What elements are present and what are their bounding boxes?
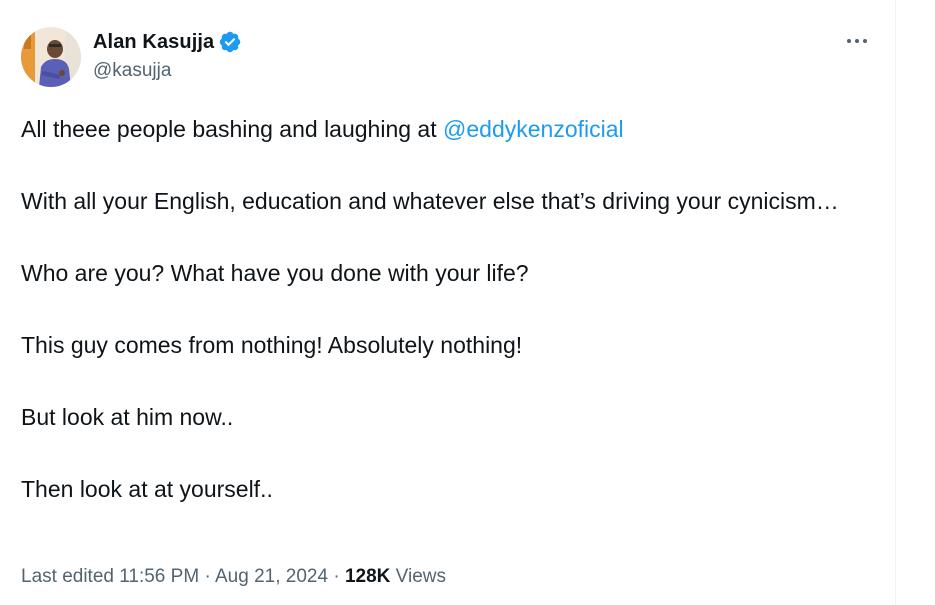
meta-separator: · [333, 566, 340, 587]
author-name-row: Alan Kasujja [93, 30, 242, 54]
tweet-paragraph-5: But look at him now.. [21, 404, 234, 430]
tweet-date-link[interactable]: Aug 21, 2024 [215, 566, 328, 587]
views-label: Views [395, 566, 446, 587]
tweet-paragraph-3: Who are you? What have you done with you… [21, 260, 529, 286]
author-avatar[interactable] [21, 27, 81, 87]
views-count: 128K [344, 566, 391, 587]
ellipsis-icon [847, 39, 867, 43]
profile-photo-icon [21, 27, 81, 87]
author-name[interactable]: Alan Kasujja [93, 31, 214, 54]
author-handle[interactable]: @kasujja [93, 60, 171, 82]
more-options-button[interactable] [838, 26, 876, 56]
tweet-paragraph-6: Then look at at yourself.. [21, 476, 273, 502]
tweet-card: Alan Kasujja @kasujja All theee people b… [0, 0, 895, 605]
tweet-meta: Last edited 11:56 PM · Aug 21, 2024 · 12… [21, 566, 446, 588]
tweet-paragraph-1: All theee people bashing and laughing at… [21, 111, 841, 147]
tweet-paragraph-1-text: All theee people bashing and laughing at [21, 116, 444, 142]
tweet-text: All theee people bashing and laughing at… [21, 111, 841, 507]
tweet-paragraph-2: With all your English, education and wha… [21, 188, 839, 214]
tweet-page: Alan Kasujja @kasujja All theee people b… [0, 0, 935, 605]
mention-link[interactable]: @eddykenzoficial [443, 116, 624, 142]
edited-timestamp-link[interactable]: Last edited 11:56 PM [21, 566, 199, 587]
column-divider [895, 0, 896, 605]
verified-badge-icon[interactable] [218, 30, 242, 54]
tweet-paragraph-4: This guy comes from nothing! Absolutely … [21, 332, 523, 358]
meta-separator: · [204, 566, 211, 587]
